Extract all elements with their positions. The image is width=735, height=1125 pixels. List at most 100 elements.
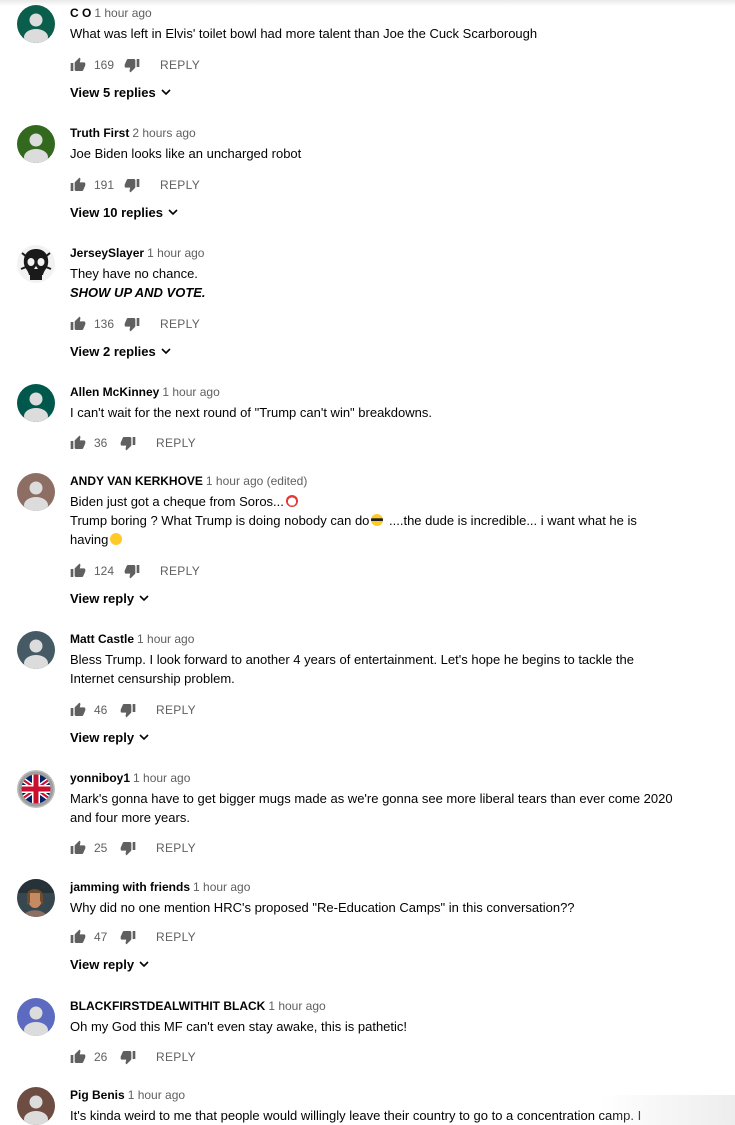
- author-name[interactable]: C O: [70, 6, 91, 20]
- comment-line-text: Trump boring ? What Trump is doing nobod…: [70, 513, 370, 528]
- chevron-down-icon: [139, 734, 149, 741]
- thumbs-up-icon[interactable]: [70, 840, 86, 856]
- sunglasses-emoji-icon: [371, 514, 384, 526]
- comment-line: Biden just got a cheque from Soros...: [70, 492, 725, 511]
- author-name[interactable]: Allen McKinney: [70, 385, 159, 399]
- reply-button[interactable]: REPLY: [156, 703, 196, 717]
- timestamp[interactable]: 1 hour ago: [147, 246, 204, 260]
- like-count: 47: [94, 930, 108, 944]
- view-replies-button[interactable]: View reply: [70, 727, 149, 747]
- avatar[interactable]: [17, 5, 55, 43]
- reply-button[interactable]: REPLY: [160, 317, 200, 331]
- comment-text: Why did no one mention HRC's proposed "R…: [70, 898, 725, 917]
- thumbs-up-icon[interactable]: [70, 702, 86, 718]
- reply-button[interactable]: REPLY: [160, 58, 200, 72]
- comment-text: I can't wait for the next round of "Trum…: [70, 403, 725, 422]
- thumbs-down-icon[interactable]: [124, 316, 140, 332]
- comment-text: They have no chance. SHOW UP AND VOTE.: [70, 264, 725, 302]
- thumbs-up-icon[interactable]: [70, 57, 86, 73]
- comment-actions: 136 REPLY: [70, 314, 200, 334]
- comment-header: JerseySlayer 1 hour ago: [70, 245, 725, 261]
- thumbs-down-icon[interactable]: [124, 177, 140, 193]
- comment-line: I can't wait for the next round of "Trum…: [70, 405, 432, 420]
- timestamp[interactable]: 1 hour ago: [162, 385, 219, 399]
- thumbs-up-icon[interactable]: [70, 563, 86, 579]
- comment-header: yonniboy1 1 hour ago: [70, 770, 725, 786]
- thumbs-up-icon[interactable]: [70, 316, 86, 332]
- thumbs-down-icon[interactable]: [124, 57, 140, 73]
- thumbs-down-icon[interactable]: [120, 702, 136, 718]
- view-replies-button[interactable]: View 2 replies: [70, 341, 171, 361]
- author-name[interactable]: BLACKFIRSTDEALWITHIT BLACK: [70, 999, 265, 1013]
- timestamp[interactable]: 1 hour ago: [193, 880, 250, 894]
- view-replies-button[interactable]: View 10 replies: [70, 202, 178, 222]
- comment-line: Joe Biden looks like an uncharged robot: [70, 146, 302, 161]
- thumbs-down-icon[interactable]: [120, 435, 136, 451]
- author-name[interactable]: yonniboy1: [70, 771, 130, 785]
- avatar[interactable]: [17, 473, 55, 511]
- author-name[interactable]: Matt Castle: [70, 632, 134, 646]
- like-count: 46: [94, 703, 108, 717]
- comment-line: What was left in Elvis' toilet bowl had …: [70, 26, 538, 41]
- view-replies-label: View reply: [70, 590, 135, 606]
- timestamp[interactable]: 1 hour ago (edited): [206, 474, 307, 488]
- like-count: 124: [94, 564, 115, 578]
- timestamp[interactable]: 1 hour ago: [268, 999, 325, 1013]
- comment-line-text: ....the dude is incredible... i want wha…: [385, 513, 637, 528]
- chevron-down-icon: [161, 348, 171, 355]
- reply-button[interactable]: REPLY: [156, 436, 196, 450]
- comment-header: ANDY VAN KERKHOVE 1 hour ago (edited): [70, 473, 725, 489]
- comment-line: having: [70, 530, 725, 549]
- reply-button[interactable]: REPLY: [156, 841, 196, 855]
- avatar[interactable]: [17, 770, 55, 808]
- comment-line: Why did no one mention HRC's proposed "R…: [70, 900, 575, 915]
- thumbs-up-icon[interactable]: [70, 929, 86, 945]
- reply-button[interactable]: REPLY: [160, 564, 200, 578]
- view-replies-button[interactable]: View reply: [70, 954, 149, 974]
- view-replies-label: View reply: [70, 956, 135, 972]
- view-replies-button[interactable]: View 5 replies: [70, 82, 171, 102]
- comment-emphasis: SHOW UP AND VOTE.: [70, 285, 206, 300]
- timestamp[interactable]: 1 hour ago: [137, 632, 194, 646]
- avatar[interactable]: [17, 631, 55, 669]
- timestamp[interactable]: 1 hour ago: [128, 1088, 185, 1102]
- avatar[interactable]: [17, 125, 55, 163]
- timestamp[interactable]: 1 hour ago: [133, 771, 190, 785]
- comment-actions: 169 REPLY: [70, 55, 200, 75]
- comment-text: Joe Biden looks like an uncharged robot: [70, 144, 725, 163]
- avatar[interactable]: [17, 998, 55, 1036]
- comment-header: Truth First 2 hours ago: [70, 125, 725, 141]
- author-name[interactable]: Pig Benis: [70, 1088, 125, 1102]
- comment-actions: 191 REPLY: [70, 175, 200, 195]
- avatar[interactable]: [17, 1087, 55, 1125]
- view-replies-label: View 2 replies: [70, 343, 156, 359]
- chevron-down-icon: [139, 595, 149, 602]
- comment-header: C O1 hour ago: [70, 5, 725, 21]
- avatar[interactable]: [17, 384, 55, 422]
- reply-button[interactable]: REPLY: [160, 178, 200, 192]
- view-replies-button[interactable]: View reply: [70, 588, 149, 608]
- thumbs-down-icon[interactable]: [124, 563, 140, 579]
- author-name[interactable]: JerseySlayer: [70, 246, 144, 260]
- comment-header: BLACKFIRSTDEALWITHIT BLACK 1 hour ago: [70, 998, 725, 1014]
- reply-button[interactable]: REPLY: [156, 1050, 196, 1064]
- author-name[interactable]: Truth First: [70, 126, 129, 140]
- thumbs-down-icon[interactable]: [120, 1049, 136, 1065]
- view-replies-label: View 5 replies: [70, 84, 156, 100]
- author-name[interactable]: ANDY VAN KERKHOVE: [70, 474, 203, 488]
- thumbs-down-icon[interactable]: [120, 929, 136, 945]
- thumbs-up-icon[interactable]: [70, 177, 86, 193]
- thumbs-up-icon[interactable]: [70, 1049, 86, 1065]
- author-name[interactable]: jamming with friends: [70, 880, 190, 894]
- timestamp[interactable]: 1 hour ago: [94, 6, 151, 20]
- avatar[interactable]: [17, 245, 55, 283]
- reply-button[interactable]: REPLY: [156, 930, 196, 944]
- comment-text: Mark's gonna have to get bigger mugs mad…: [70, 789, 725, 827]
- thumbs-up-icon[interactable]: [70, 435, 86, 451]
- comment-line: and four more years.: [70, 810, 190, 825]
- thumbs-down-icon[interactable]: [120, 840, 136, 856]
- timestamp[interactable]: 2 hours ago: [132, 126, 195, 140]
- avatar[interactable]: [17, 879, 55, 917]
- comment-text: Bless Trump. I look forward to another 4…: [70, 650, 725, 688]
- chevron-down-icon: [161, 89, 171, 96]
